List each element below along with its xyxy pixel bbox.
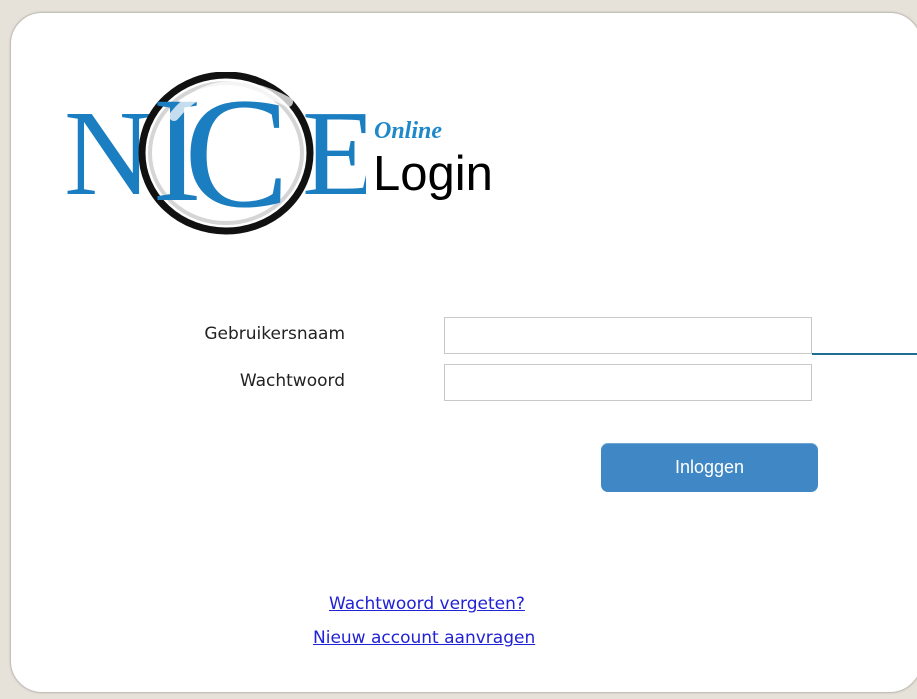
forgot-password-link[interactable]: Wachtwoord vergeten? [329,594,525,614]
page: N E I C Online Login Gebruikersnaam Wach… [0,0,917,699]
logo-subtitle: Online [374,118,443,144]
username-label: Gebruikersnaam [204,324,345,344]
decorative-line [812,353,917,355]
password-label: Wachtwoord [239,371,345,391]
page-title: Login [373,147,493,201]
nice-logo: N E I C [66,72,366,247]
password-input[interactable] [444,364,812,401]
username-input[interactable] [444,317,812,354]
nice-logo-graphic: N E I C [66,72,366,241]
new-account-link[interactable]: Nieuw account aanvragen [313,628,535,648]
login-button[interactable]: Inloggen [601,443,818,492]
